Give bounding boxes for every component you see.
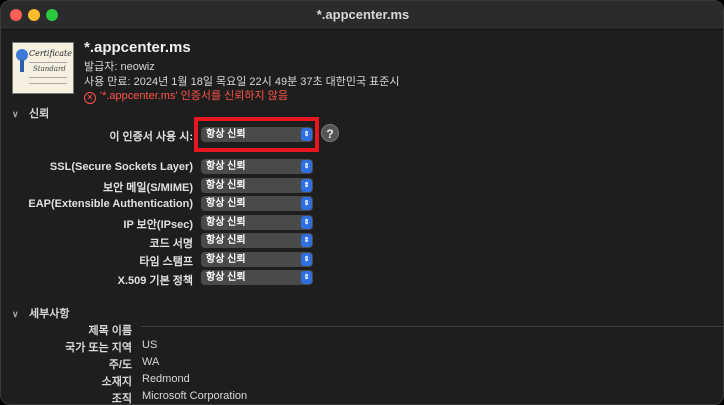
timestamp-select[interactable]: 항상 신뢰 ⇕ <box>201 252 313 267</box>
ipsec-select[interactable]: 항상 신뢰 ⇕ <box>201 215 313 230</box>
code-signing-label: 코드 서명 <box>149 238 193 250</box>
detail-label: 소재지 <box>101 376 132 388</box>
x509-select[interactable]: 항상 신뢰 ⇕ <box>201 270 313 285</box>
updown-arrow-icon: ⇕ <box>301 160 312 173</box>
ipsec-label: IP 보안(IPsec) <box>123 219 193 231</box>
eap-label: EAP(Extensible Authentication) <box>28 198 193 210</box>
smime-select[interactable]: 항상 신뢰 ⇕ <box>201 178 313 193</box>
updown-arrow-icon: ⇕ <box>301 234 312 247</box>
error-x-icon: ✕ <box>84 92 96 104</box>
untrusted-warning: ✕ '*.appcenter.ms' 인증서를 신뢰하지 않음 <box>84 87 288 104</box>
highlight-box <box>194 117 319 152</box>
details-section-header[interactable]: ∨ 세부사항 <box>12 305 69 321</box>
title-bar: *.appcenter.ms <box>1 1 723 30</box>
ssl-label: SSL(Secure Sockets Layer) <box>49 161 193 173</box>
smime-label: 보안 메일(S/MIME) <box>103 182 193 194</box>
certificate-issuer: 발급자: neowiz <box>84 61 155 73</box>
detail-value: WA <box>142 356 160 368</box>
untrusted-warning-text: '*.appcenter.ms' 인증서를 신뢰하지 않음 <box>100 90 288 102</box>
updown-arrow-icon: ⇕ <box>301 271 312 284</box>
detail-label: 주/도 <box>108 359 132 371</box>
timestamp-label: 타임 스탬프 <box>139 256 193 268</box>
detail-value: US <box>142 339 158 351</box>
certificate-name: *.appcenter.ms <box>84 39 191 56</box>
when-using-label: 이 인증서 사용 시: <box>109 131 193 143</box>
help-button[interactable]: ? <box>321 124 339 142</box>
code-signing-select[interactable]: 항상 신뢰 ⇕ <box>201 233 313 248</box>
divider <box>141 326 723 327</box>
subject-name-label: 제목 이름 <box>88 325 132 337</box>
chevron-down-icon: ∨ <box>12 309 19 319</box>
certificate-window: *.appcenter.ms Certificate Standard *.ap… <box>0 0 724 405</box>
detail-value: Microsoft Corporation <box>142 390 248 402</box>
eap-select[interactable]: 항상 신뢰 ⇕ <box>201 196 313 211</box>
window-title: *.appcenter.ms <box>316 7 410 22</box>
certificate-icon: Certificate Standard <box>12 42 74 94</box>
updown-arrow-icon: ⇕ <box>301 253 312 266</box>
detail-value: Redmond <box>142 373 190 385</box>
detail-label: 국가 또는 지역 <box>65 342 132 354</box>
ssl-select[interactable]: 항상 신뢰 ⇕ <box>201 159 313 174</box>
updown-arrow-icon: ⇕ <box>301 197 312 210</box>
updown-arrow-icon: ⇕ <box>301 179 312 192</box>
detail-label: 조직 <box>111 393 132 405</box>
x509-label: X.509 기본 정책 <box>117 275 193 287</box>
updown-arrow-icon: ⇕ <box>301 216 312 229</box>
chevron-down-icon: ∨ <box>12 109 19 119</box>
trust-section-header[interactable]: ∨ 신뢰 <box>12 105 49 121</box>
